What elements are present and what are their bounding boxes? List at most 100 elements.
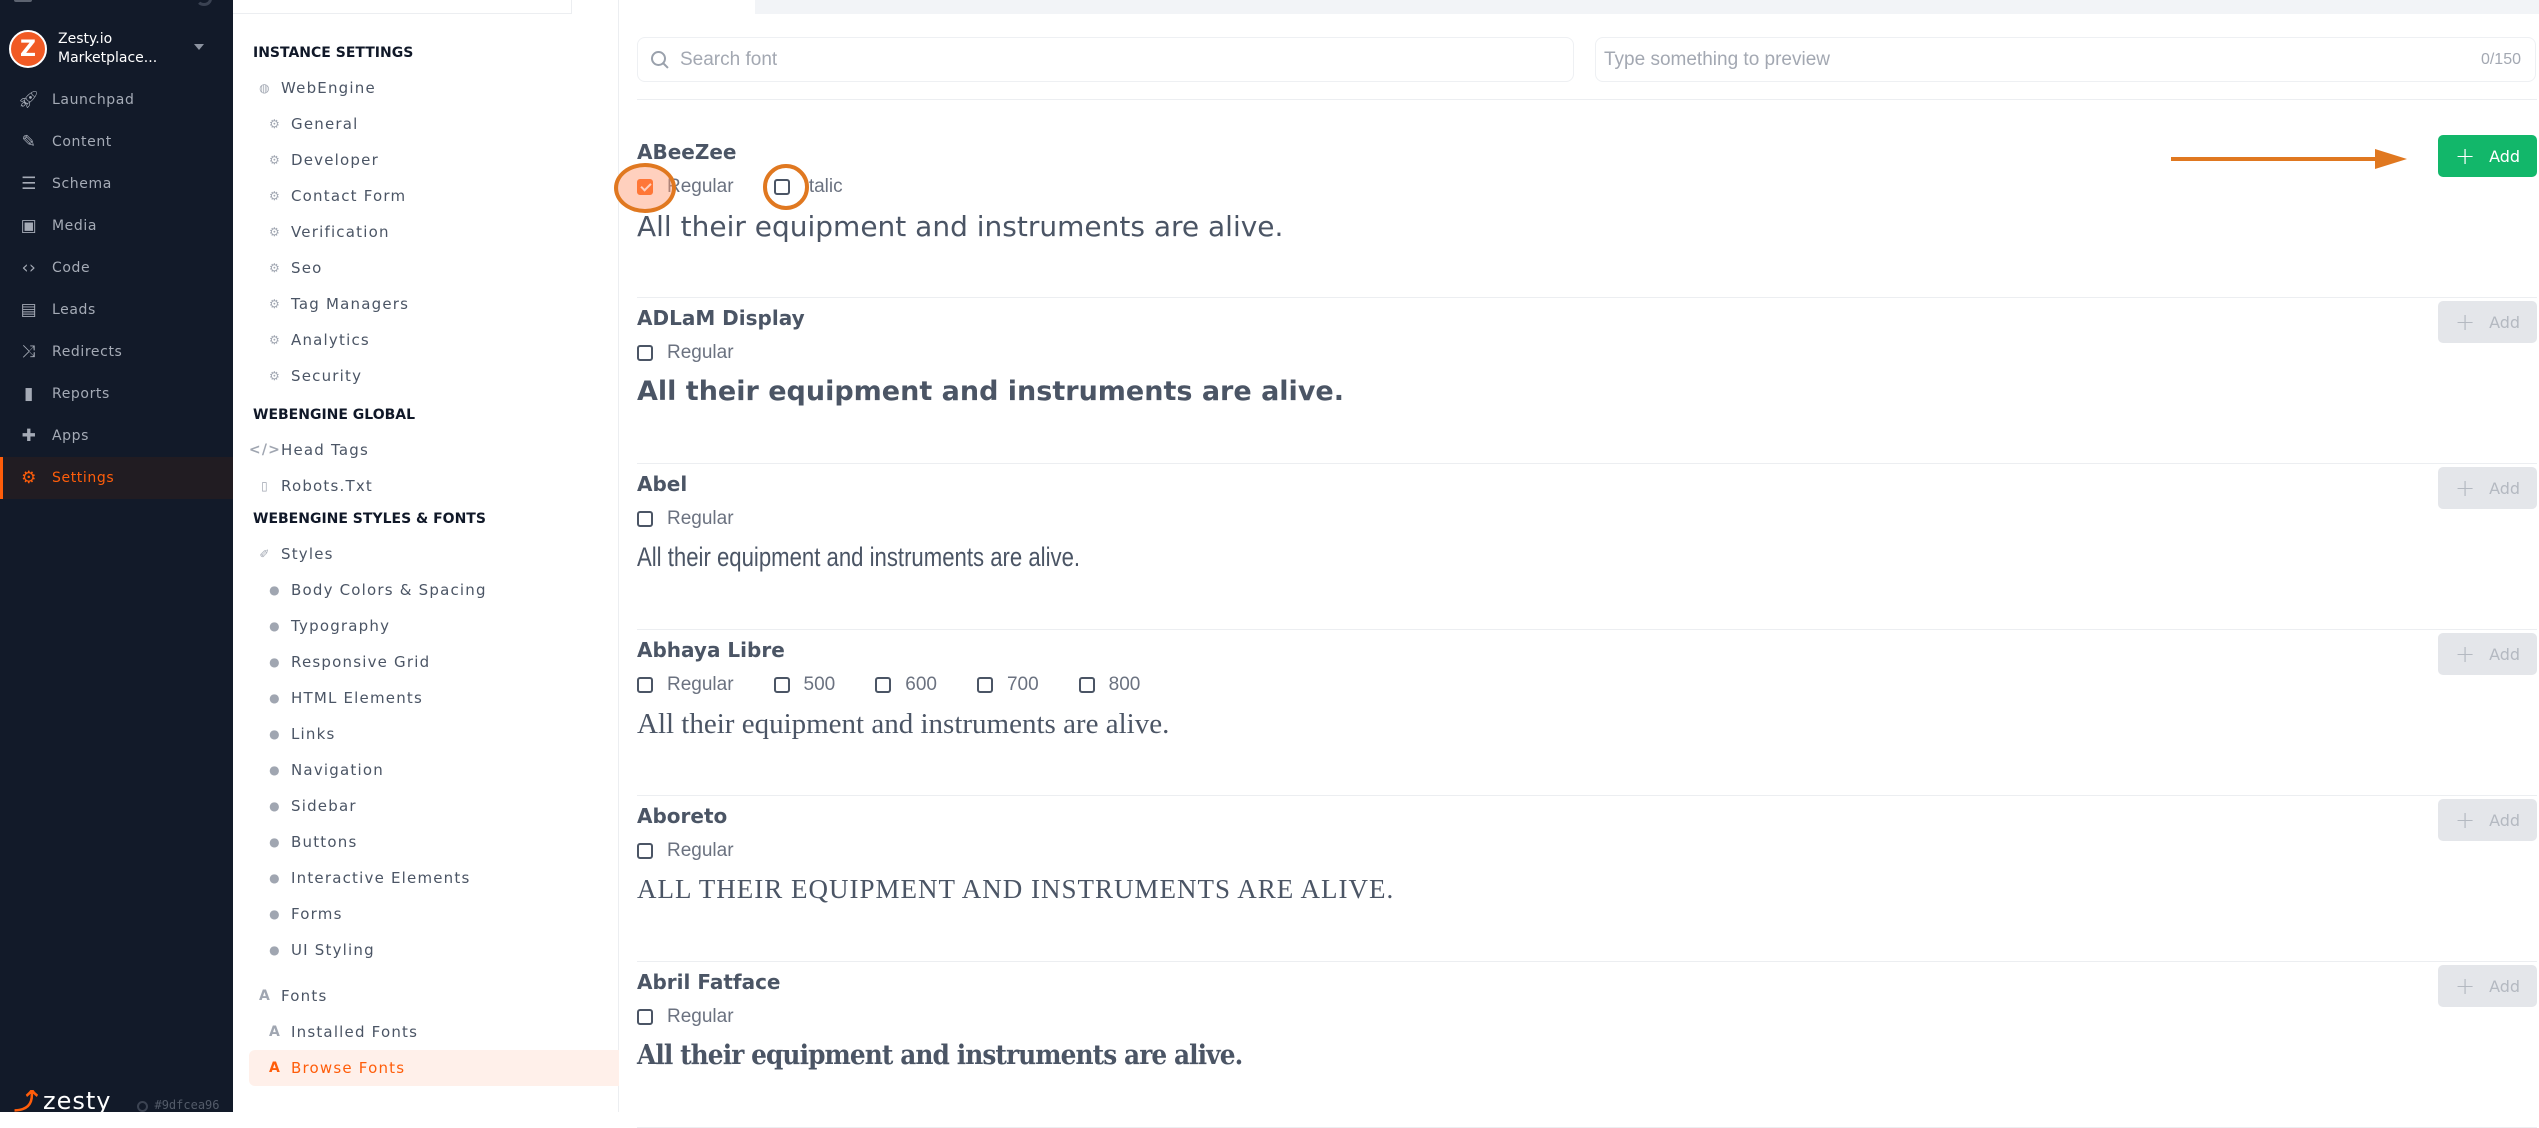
nav-item-schema[interactable]: ☰ Schema: [0, 163, 233, 205]
instance-name-line1: Zesty.io: [58, 31, 113, 47]
chevron-down-icon[interactable]: [194, 44, 204, 50]
checkbox[interactable]: [773, 179, 790, 195]
settings-item-typography[interactable]: ● Typography: [253, 608, 619, 644]
settings-item-label: Interactive Elements: [291, 869, 471, 887]
checkbox[interactable]: [875, 677, 892, 693]
settings-item-security[interactable]: ⚙ Security: [253, 358, 619, 394]
settings-item-analytics[interactable]: ⚙ Analytics: [253, 322, 619, 358]
nav-item-launchpad[interactable]: 🚀︎ Launchpad: [0, 79, 233, 121]
variant-regular[interactable]: Regular: [637, 508, 734, 530]
settings-item-label: Analytics: [291, 331, 370, 349]
settings-item-general[interactable]: ⚙ General: [253, 106, 619, 142]
add-font-button[interactable]: + Add: [2438, 467, 2537, 509]
nav-item-settings[interactable]: ⚙ Settings: [0, 457, 233, 499]
checkbox[interactable]: [637, 1009, 653, 1025]
brand-name: zesty: [43, 1090, 112, 1112]
nav-item-media[interactable]: ▣ Media: [0, 205, 233, 247]
checkbox[interactable]: [976, 677, 993, 693]
checkbox[interactable]: [637, 677, 653, 693]
plus-icon: +: [2454, 806, 2476, 834]
settings-item-label: UI Styling: [291, 941, 375, 959]
settings-item-label: Links: [291, 725, 336, 743]
nav-item-label: Media: [52, 218, 98, 234]
variant-options: Regular Italic: [637, 176, 883, 198]
settings-item-responsive-grid[interactable]: ● Responsive Grid: [253, 644, 619, 680]
variant-800[interactable]: 800: [1078, 674, 1140, 696]
settings-item-ui-styling[interactable]: ● UI Styling: [253, 932, 619, 968]
variant-regular[interactable]: Regular: [637, 1006, 734, 1028]
palette-icon: ●: [269, 655, 281, 669]
nav-item-code[interactable]: ‹› Code: [0, 247, 233, 289]
font-search-field[interactable]: [637, 37, 1574, 82]
font-search-input[interactable]: [680, 48, 1573, 71]
variant-600[interactable]: 600: [875, 674, 937, 696]
settings-item-browse-fonts[interactable]: A Browse Fonts: [249, 1050, 619, 1086]
settings-group-fonts[interactable]: A Fonts: [253, 978, 619, 1014]
checkbox[interactable]: [637, 511, 653, 527]
font-row-abril-fatface: Abril Fatface Regular All their equipmen…: [637, 962, 2537, 1128]
font-name: ABeeZee: [637, 140, 737, 164]
settings-item-label: Seo: [291, 259, 323, 277]
nav-item-reports[interactable]: ▮ Reports: [0, 373, 233, 415]
settings-group-styles[interactable]: ✐ Styles: [253, 536, 619, 572]
code-icon: ‹›: [21, 258, 37, 278]
nav-footer: ⤴ zesty #9dfcea96: [14, 1090, 229, 1112]
settings-item-buttons[interactable]: ● Buttons: [253, 824, 619, 860]
nav-item-leads[interactable]: ▤ Leads: [0, 289, 233, 331]
theme-toggle-icon[interactable]: [196, 0, 212, 6]
build-hash[interactable]: #9dfcea96: [137, 1098, 220, 1112]
checkbox[interactable]: [1078, 677, 1095, 693]
font-icon: A: [268, 1060, 282, 1076]
settings-item-verification[interactable]: ⚙ Verification: [253, 214, 619, 250]
variant-label: 600: [905, 674, 937, 695]
instance-logo: Z: [9, 30, 47, 68]
settings-item-seo[interactable]: ⚙ Seo: [253, 250, 619, 286]
add-font-button[interactable]: + Add: [2438, 633, 2537, 675]
settings-item-robots-txt[interactable]: ▯ Robots.Txt: [253, 468, 619, 504]
plus-icon: +: [2454, 142, 2476, 170]
settings-group-webengine[interactable]: ◍ WebEngine: [253, 70, 619, 106]
checkbox[interactable]: [773, 677, 790, 693]
add-label: Add: [2489, 146, 2521, 166]
gear-icon: ⚙: [269, 153, 281, 167]
settings-item-label: Browse Fonts: [291, 1059, 406, 1077]
preview-text-input[interactable]: [1604, 48, 2481, 71]
settings-item-interactive-elements[interactable]: ● Interactive Elements: [253, 860, 619, 896]
settings-item-tag-managers[interactable]: ⚙ Tag Managers: [253, 286, 619, 322]
settings-item-body-colors[interactable]: ● Body Colors & Spacing: [253, 572, 619, 608]
preview-text-field[interactable]: 0/150: [1595, 37, 2536, 82]
plus-icon: +: [2454, 972, 2476, 1000]
add-font-button[interactable]: + Add: [2438, 135, 2537, 177]
settings-item-head-tags[interactable]: </> Head Tags: [249, 432, 619, 468]
settings-item-contact-form[interactable]: ⚙ Contact Form: [253, 178, 619, 214]
settings-item-installed-fonts[interactable]: A Installed Fonts: [253, 1014, 619, 1050]
variant-700[interactable]: 700: [976, 674, 1039, 696]
settings-item-navigation[interactable]: ● Navigation: [253, 752, 619, 788]
variant-regular[interactable]: Regular: [637, 176, 734, 198]
variant-regular[interactable]: Regular: [637, 674, 734, 696]
section-heading-styles-fonts: WEBENGINE STYLES & FONTS: [253, 511, 486, 527]
settings-item-developer[interactable]: ⚙ Developer: [253, 142, 619, 178]
instance-switcher[interactable]: Z Zesty.io Marketplace...: [9, 24, 224, 74]
plus-icon: +: [2454, 474, 2476, 502]
variant-regular[interactable]: Regular: [637, 342, 734, 364]
checkbox-checked[interactable]: [637, 179, 653, 195]
variant-regular[interactable]: Regular: [637, 840, 734, 862]
nav-item-content[interactable]: ✎ Content: [0, 121, 233, 163]
checkbox[interactable]: [637, 843, 653, 859]
settings-item-html-elements[interactable]: ● HTML Elements: [253, 680, 619, 716]
add-font-button[interactable]: + Add: [2438, 301, 2537, 343]
add-font-button[interactable]: + Add: [2438, 965, 2537, 1007]
variant-italic[interactable]: Italic: [773, 176, 843, 198]
settings-item-label: Buttons: [291, 833, 358, 851]
add-font-button[interactable]: + Add: [2438, 799, 2537, 841]
settings-item-forms[interactable]: ● Forms: [253, 896, 619, 932]
settings-item-links[interactable]: ● Links: [253, 716, 619, 752]
checkbox[interactable]: [637, 345, 653, 361]
settings-item-sidebar[interactable]: ● Sidebar: [253, 788, 619, 824]
nav-item-apps[interactable]: ✚ Apps: [0, 415, 233, 457]
globe-icon: ◍: [259, 81, 271, 95]
menu-icon[interactable]: [14, 0, 32, 2]
nav-item-redirects[interactable]: ⤨ Redirects: [0, 331, 233, 373]
variant-500[interactable]: 500: [773, 674, 835, 696]
